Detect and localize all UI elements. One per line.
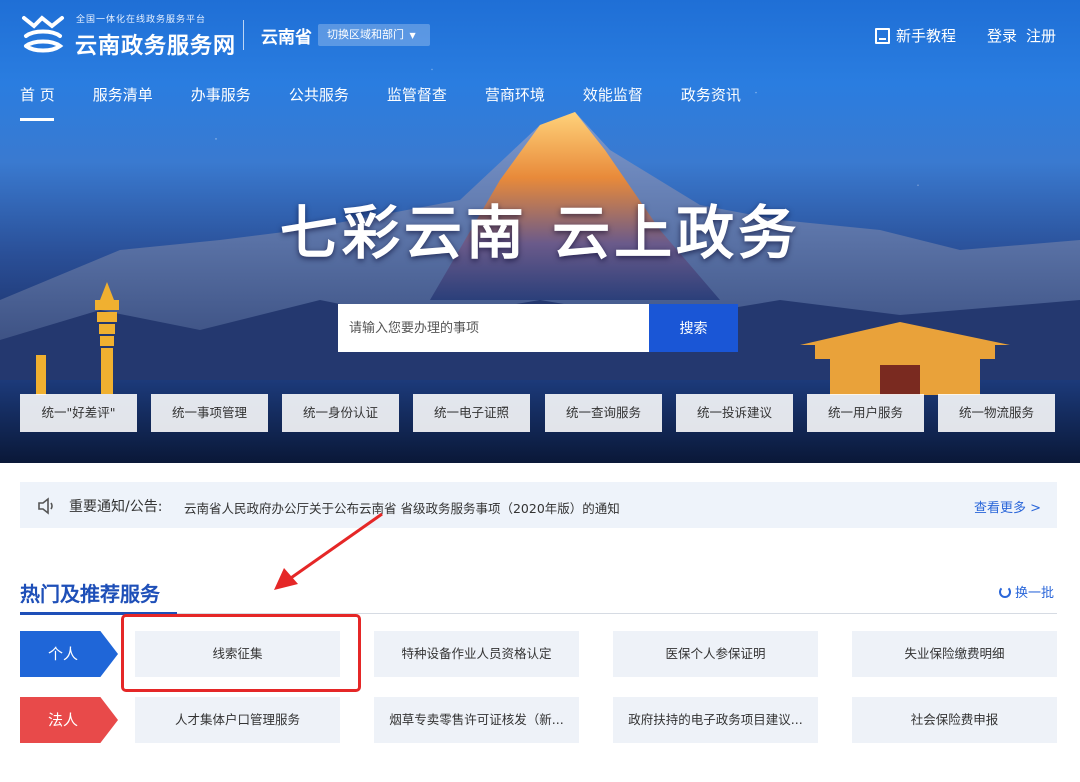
switch-region-label: 切换区域和部门 bbox=[327, 28, 404, 41]
main-nav: 首 页 服务清单 办事服务 公共服务 监管督查 营商环境 效能监督 政务资讯 bbox=[20, 84, 779, 124]
unify-e-license[interactable]: 统一电子证照 bbox=[413, 394, 530, 432]
site-title[interactable]: 云南政务服务网 bbox=[75, 28, 236, 60]
unify-identity[interactable]: 统一身份认证 bbox=[282, 394, 399, 432]
nav-item-business-environment[interactable]: 营商环境 bbox=[485, 84, 545, 122]
tutorial-link[interactable]: 新手教程 bbox=[875, 25, 956, 46]
tab-legal[interactable]: 法人 bbox=[20, 697, 118, 743]
notice-text[interactable]: 云南省人民政府办公厅关于公布云南省 省级政务服务事项（2020年版）的通知 bbox=[184, 498, 620, 517]
unify-query[interactable]: 统一查询服务 bbox=[545, 394, 662, 432]
service-special-equipment[interactable]: 特种设备作业人员资格认定 bbox=[374, 631, 579, 677]
service-medical-insurance[interactable]: 医保个人参保证明 bbox=[613, 631, 818, 677]
notice-more-link[interactable]: 查看更多 > bbox=[974, 497, 1041, 516]
unify-rating[interactable]: 统一"好差评" bbox=[20, 394, 137, 432]
notice-label: 重要通知/公告: bbox=[69, 499, 163, 515]
service-egov-project[interactable]: 政府扶持的电子政务项目建议... bbox=[613, 697, 818, 743]
tab-personal[interactable]: 个人 bbox=[20, 631, 118, 677]
search-input[interactable] bbox=[338, 304, 649, 352]
switch-region-button[interactable]: 切换区域和部门 ▼ bbox=[318, 24, 430, 46]
book-icon bbox=[875, 27, 890, 44]
highlight-box bbox=[121, 614, 361, 692]
service-social-insurance[interactable]: 社会保险费申报 bbox=[852, 697, 1057, 743]
unify-complaint[interactable]: 统一投诉建议 bbox=[676, 394, 793, 432]
notice-bar: 重要通知/公告: 云南省人民政府办公厅关于公布云南省 省级政务服务事项（2020… bbox=[20, 482, 1057, 528]
service-talent-hukou[interactable]: 人才集体户口管理服务 bbox=[135, 697, 340, 743]
nav-item-public-services[interactable]: 公共服务 bbox=[289, 84, 349, 122]
service-tobacco-license[interactable]: 烟草专卖零售许可证核发（新... bbox=[374, 697, 579, 743]
refresh-button[interactable]: 换一批 bbox=[999, 582, 1054, 601]
search-button[interactable]: 搜索 bbox=[649, 304, 738, 352]
unify-logistics[interactable]: 统一物流服务 bbox=[938, 394, 1055, 432]
hero-slogan: 七彩云南 云上政务 bbox=[279, 199, 801, 267]
unify-user-service[interactable]: 统一用户服务 bbox=[807, 394, 924, 432]
nav-item-service-list[interactable]: 服务清单 bbox=[93, 84, 153, 122]
speaker-icon bbox=[38, 497, 53, 515]
logo-icon[interactable] bbox=[20, 12, 66, 56]
caret-down-icon: ▼ bbox=[409, 31, 416, 40]
nav-item-news[interactable]: 政务资讯 bbox=[681, 84, 741, 122]
logo-subtitle: 全国一体化在线政务服务平台 bbox=[76, 15, 207, 25]
section-title: 热门及推荐服务 bbox=[20, 582, 160, 606]
nav-item-home[interactable]: 首 页 bbox=[20, 84, 55, 122]
refresh-label: 换一批 bbox=[1015, 586, 1055, 601]
login-link[interactable]: 登录 bbox=[987, 25, 1017, 46]
unify-item-management[interactable]: 统一事项管理 bbox=[151, 394, 268, 432]
nav-item-affairs[interactable]: 办事服务 bbox=[191, 84, 251, 122]
header-divider bbox=[243, 20, 244, 50]
top-bar: 全国一体化在线政务服务平台 云南政务服务网 云南省 切换区域和部门 ▼ 新手教程… bbox=[0, 0, 1080, 70]
nav-item-supervision[interactable]: 监管督查 bbox=[387, 84, 447, 122]
service-unemployment-insurance[interactable]: 失业保险缴费明细 bbox=[852, 631, 1057, 677]
nav-item-efficiency[interactable]: 效能监督 bbox=[583, 84, 643, 122]
tutorial-label: 新手教程 bbox=[896, 27, 957, 45]
unified-services-row: 统一"好差评" 统一事项管理 统一身份认证 统一电子证照 统一查询服务 统一投诉… bbox=[20, 394, 1060, 432]
refresh-icon bbox=[999, 585, 1011, 598]
arrow-annotation-icon bbox=[274, 512, 383, 590]
register-link[interactable]: 注册 bbox=[1026, 25, 1056, 46]
province-label: 云南省 bbox=[261, 28, 312, 48]
